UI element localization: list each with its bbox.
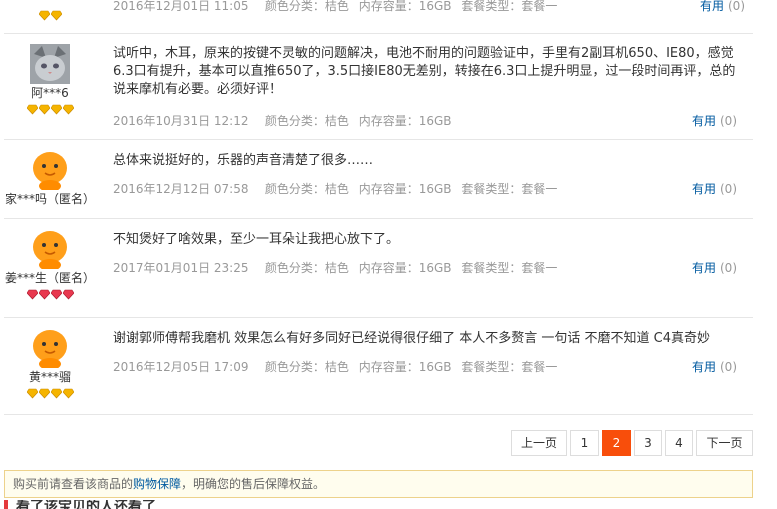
gold-diamond-icon — [62, 104, 74, 115]
page-1-button[interactable]: 1 — [570, 430, 599, 456]
review-meta: 2016年12月05日 17:09 颜色分类：桔色 内存容量：16GB 套餐类型… — [113, 358, 745, 375]
color-value: 桔色 — [324, 114, 349, 128]
useful-button[interactable]: 有用 (0) — [692, 259, 737, 276]
review-date: 2017年01月01日 23:25 — [113, 261, 249, 275]
color-label: 颜色分类： — [264, 0, 325, 13]
red-diamond-icon — [26, 289, 38, 300]
notice-prefix: 购买前请查看该商品的 — [13, 477, 134, 491]
plan-value: 套餐一 — [521, 0, 558, 13]
color-label: 颜色分类： — [264, 261, 325, 275]
review-meta: 2016年10月31日 12:12 颜色分类：桔色 内存容量：16GB 有用 (0… — [113, 112, 745, 129]
gold-diamond-icon — [38, 104, 50, 115]
plan-label: 套餐类型： — [461, 360, 522, 374]
page-4-button[interactable]: 4 — [665, 430, 693, 456]
review-item: 2016年12月01日 11:05 颜色分类：桔色 内存容量：16GB 套餐类型… — [4, 0, 753, 34]
reviewer-name: 阿***6 — [31, 86, 69, 100]
reviewer-name: 黄***骝 — [28, 370, 71, 384]
user-level-gems — [4, 289, 96, 301]
user-level-gems — [4, 388, 96, 400]
next-page-button[interactable]: 下一页 — [696, 430, 753, 456]
red-diamond-icon — [50, 289, 62, 300]
color-label: 颜色分类： — [264, 114, 325, 128]
useful-button[interactable]: 有用 (0) — [692, 180, 737, 197]
gold-diamond-icon — [26, 104, 38, 115]
review-date: 2016年12月12日 07:58 — [113, 182, 249, 196]
page-2-button-current[interactable]: 2 — [602, 430, 631, 456]
gold-diamond-icon — [26, 388, 38, 399]
red-diamond-icon — [62, 289, 74, 300]
storage-label: 内存容量： — [358, 0, 419, 13]
color-value: 桔色 — [324, 0, 349, 13]
reviewer — [4, 0, 96, 22]
review-item: 黄***骝 谢谢郭师傅帮我磨机 效果怎么有好多同好已经说得很仔细了 本人不多赘言… — [4, 318, 753, 415]
user-level-gems — [4, 104, 96, 116]
color-label: 颜色分类： — [264, 360, 325, 374]
review-text: 谢谢郭师傅帮我磨机 效果怎么有好多同好已经说得很仔细了 本人不多赘言 一句话 不… — [113, 331, 711, 346]
prev-page-button[interactable]: 上一页 — [511, 430, 567, 456]
gold-diamond-icon — [50, 388, 62, 399]
reviewer: 阿***6 — [4, 34, 96, 116]
plan-value: 套餐一 — [521, 182, 558, 196]
useful-button[interactable]: 有用 (0) — [692, 112, 737, 129]
storage-value: 16GB — [418, 114, 452, 128]
plan-value: 套餐一 — [521, 360, 558, 374]
page-3-button[interactable]: 3 — [634, 430, 662, 456]
review-meta: 2016年12月12日 07:58 颜色分类：桔色 内存容量：16GB 套餐类型… — [113, 180, 745, 197]
pagination: 上一页 1 2 3 4 下一页 — [0, 430, 777, 456]
review-meta: 2017年01月01日 23:25 颜色分类：桔色 内存容量：16GB 套餐类型… — [113, 259, 745, 276]
avatar — [30, 229, 70, 269]
review-text: 不知煲好了啥效果，至少一耳朵让我把心放下了。 — [113, 232, 400, 247]
review-item: 阿***6 试听中，木耳，原来的按键不灵敏的问题解决，电池不耐用的问题验证中，手… — [4, 34, 753, 140]
notice-suffix: ，明确您的售后保障权益。 — [181, 477, 326, 491]
avatar — [30, 328, 70, 368]
review-date: 2016年12月05日 17:09 — [113, 360, 249, 374]
storage-value: 16GB — [418, 0, 452, 13]
reviewer: 家***吗（匿名） — [4, 140, 96, 206]
gold-diamond-icon — [38, 388, 50, 399]
color-value: 桔色 — [324, 360, 349, 374]
storage-label: 内存容量： — [358, 360, 419, 374]
red-diamond-icon — [38, 289, 50, 300]
gold-diamond-icon — [38, 10, 50, 21]
plan-label: 套餐类型： — [461, 0, 522, 13]
gold-diamond-icon — [50, 10, 62, 21]
color-label: 颜色分类： — [264, 182, 325, 196]
review-text: 总体来说挺好的，乐器的声音清楚了很多…… — [113, 153, 374, 168]
review-item: 姜***生（匿名） 不知煲好了啥效果，至少一耳朵让我把心放下了。 2017年01… — [4, 219, 753, 318]
useful-button[interactable]: 有用 (0) — [700, 0, 745, 14]
plan-label: 套餐类型： — [461, 182, 522, 196]
storage-label: 内存容量： — [358, 261, 419, 275]
gold-diamond-icon — [62, 388, 74, 399]
reviewer: 姜***生（匿名） — [4, 219, 96, 301]
gold-diamond-icon — [50, 104, 62, 115]
plan-label: 套餐类型： — [461, 261, 522, 275]
reviewer-name: 姜***生（匿名） — [4, 271, 95, 285]
guarantee-link[interactable]: 购物保障 — [133, 477, 181, 491]
review-text: 试听中，木耳，原来的按键不灵敏的问题解决，电池不耐用的问题验证中，手里有2副耳机… — [113, 46, 736, 97]
reviewer: 黄***骝 — [4, 318, 96, 400]
reviewer-name: 家***吗（匿名） — [4, 192, 95, 206]
review-item: 家***吗（匿名） 总体来说挺好的，乐器的声音清楚了很多…… 2016年12月1… — [4, 140, 753, 219]
storage-value: 16GB — [418, 360, 452, 374]
storage-value: 16GB — [418, 261, 452, 275]
color-value: 桔色 — [324, 261, 349, 275]
storage-value: 16GB — [418, 182, 452, 196]
review-date: 2016年12月01日 11:05 — [113, 0, 249, 13]
plan-value: 套餐一 — [521, 261, 558, 275]
also-viewed-title: 看了该宝贝的人还看了 — [4, 500, 156, 509]
color-value: 桔色 — [324, 182, 349, 196]
guarantee-notice: 购买前请查看该商品的购物保障，明确您的售后保障权益。 — [4, 470, 753, 498]
useful-button[interactable]: 有用 (0) — [692, 358, 737, 375]
storage-label: 内存容量： — [358, 114, 419, 128]
review-date: 2016年10月31日 12:12 — [113, 114, 249, 128]
avatar — [30, 44, 70, 84]
user-level-gems — [4, 10, 96, 22]
review-meta: 2016年12月01日 11:05 颜色分类：桔色 内存容量：16GB 套餐类型… — [113, 0, 753, 14]
review-list: 2016年12月01日 11:05 颜色分类：桔色 内存容量：16GB 套餐类型… — [4, 0, 753, 415]
storage-label: 内存容量： — [358, 182, 419, 196]
avatar — [30, 150, 70, 190]
